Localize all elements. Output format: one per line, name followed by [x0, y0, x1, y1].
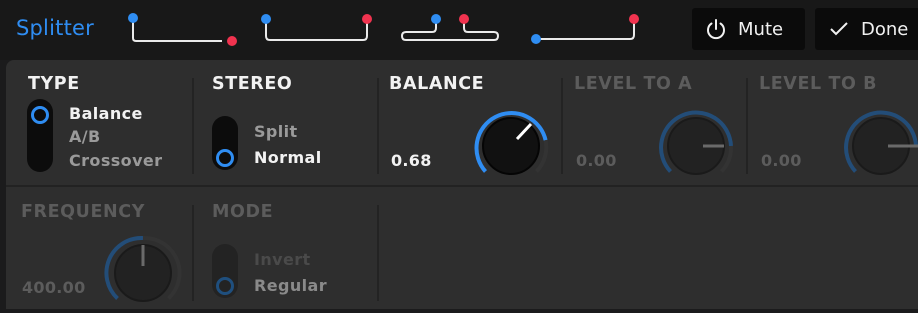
mode-radio-indicator	[216, 277, 234, 295]
stereo-option-normal[interactable]: Normal	[254, 148, 322, 167]
frequency-heading: FREQUENCY	[21, 202, 145, 222]
mode-option-invert[interactable]: Invert	[254, 250, 311, 269]
crossover-routing-icon[interactable]	[400, 14, 500, 41]
type-radio-indicator	[31, 106, 49, 124]
done-button[interactable]: Done	[815, 8, 918, 50]
stereo-selector[interactable]	[212, 116, 238, 170]
column-divider	[192, 205, 194, 301]
balance-knob[interactable]	[471, 106, 551, 186]
stereo-heading: STEREO	[212, 74, 293, 94]
mode-heading: MODE	[212, 202, 274, 222]
done-label: Done	[861, 18, 909, 40]
normal-routing-icon[interactable]	[531, 14, 639, 44]
balance-routing-icon[interactable]	[128, 13, 237, 46]
type-heading: TYPE	[28, 74, 80, 94]
ab-routing-icon[interactable]	[261, 14, 372, 41]
type-option-crossover[interactable]: Crossover	[69, 151, 162, 170]
column-divider	[746, 78, 748, 174]
level-a-knob[interactable]	[656, 106, 736, 186]
column-divider	[377, 205, 379, 301]
type-option-ab[interactable]: A/B	[69, 127, 101, 146]
frequency-value: 400.00	[22, 278, 86, 297]
column-divider	[377, 78, 379, 174]
type-selector[interactable]	[27, 99, 53, 172]
level-b-heading: LEVEL TO B	[759, 74, 878, 94]
type-option-balance[interactable]: Balance	[69, 104, 143, 123]
mode-option-regular[interactable]: Regular	[254, 276, 327, 295]
column-divider	[561, 78, 563, 174]
plugin-title: Splitter	[16, 16, 94, 40]
balance-value: 0.68	[391, 151, 432, 170]
level-b-value: 0.00	[761, 151, 802, 170]
mute-label: Mute	[738, 18, 784, 40]
stereo-option-split[interactable]: Split	[254, 122, 298, 141]
level-b-knob[interactable]	[841, 106, 918, 186]
level-a-heading: LEVEL TO A	[574, 74, 693, 94]
column-divider	[192, 78, 194, 174]
power-icon	[707, 19, 725, 40]
routing-selector	[128, 13, 639, 46]
row-divider	[6, 185, 918, 187]
stereo-radio-indicator	[216, 149, 234, 167]
mute-button[interactable]: Mute	[692, 8, 805, 50]
frequency-knob[interactable]	[103, 233, 183, 313]
checkmark-icon	[830, 22, 848, 36]
balance-heading: BALANCE	[389, 74, 485, 94]
level-a-value: 0.00	[576, 151, 617, 170]
mode-selector[interactable]	[212, 244, 238, 298]
